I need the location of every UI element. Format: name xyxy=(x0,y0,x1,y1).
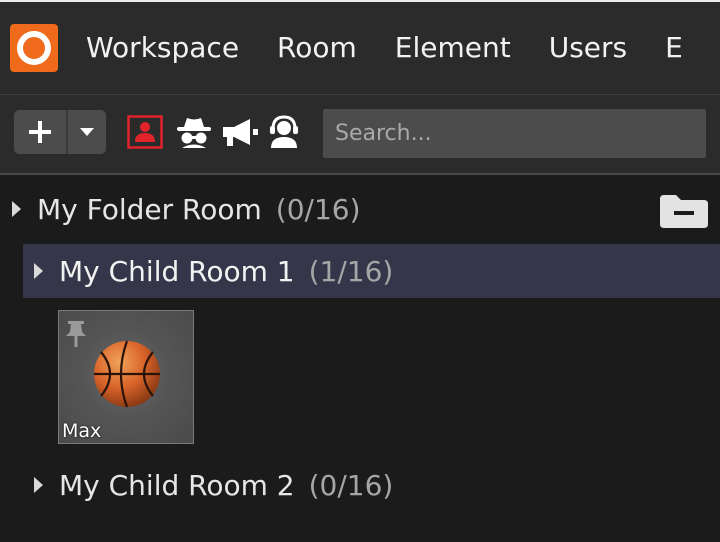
room-row-my-child-room-1[interactable]: My Child Room 1 (1/16) xyxy=(23,244,720,298)
window-top-border xyxy=(0,0,720,2)
expand-triangle-icon[interactable] xyxy=(12,201,21,217)
basketball-icon xyxy=(94,340,160,408)
room-row-my-child-room-2[interactable]: My Child Room 2 (0/16) xyxy=(0,458,720,512)
menu-element[interactable]: Element xyxy=(395,28,511,68)
room-name: My Folder Room xyxy=(37,192,262,226)
menu-room[interactable]: Room xyxy=(277,28,357,68)
app-logo-icon[interactable] xyxy=(10,24,58,72)
room-row-my-folder-room[interactable]: My Folder Room (0/16) xyxy=(0,182,720,236)
support-agent-icon[interactable] xyxy=(267,115,301,149)
menu-bar: Workspace Room Element Users E xyxy=(0,0,720,95)
pin-icon[interactable] xyxy=(63,319,89,349)
menu-workspace[interactable]: Workspace xyxy=(86,28,239,68)
expand-triangle-icon[interactable] xyxy=(34,263,43,279)
room-count: (1/16) xyxy=(308,254,394,288)
megaphone-icon[interactable] xyxy=(220,115,260,149)
menu-users[interactable]: Users xyxy=(549,28,627,68)
caret-down-icon[interactable] xyxy=(68,110,106,154)
plus-icon[interactable] xyxy=(14,110,66,154)
search-input[interactable] xyxy=(323,109,706,158)
room-count: (0/16) xyxy=(275,192,361,226)
menu-more[interactable]: E xyxy=(665,28,683,68)
expand-triangle-icon[interactable] xyxy=(34,477,43,493)
room-name: My Child Room 1 xyxy=(59,254,295,288)
user-icon[interactable] xyxy=(127,115,163,149)
spy-icon[interactable] xyxy=(175,115,213,149)
toolbar xyxy=(0,95,720,175)
room-count: (0/16) xyxy=(308,468,394,502)
folder-minus-icon[interactable] xyxy=(660,194,708,228)
room-name: My Child Room 2 xyxy=(59,468,295,502)
add-split-button[interactable] xyxy=(14,110,106,154)
member-tile[interactable]: Max xyxy=(58,310,194,444)
main-menu: Workspace Room Element Users E xyxy=(86,28,720,68)
member-name: Max xyxy=(62,420,102,442)
